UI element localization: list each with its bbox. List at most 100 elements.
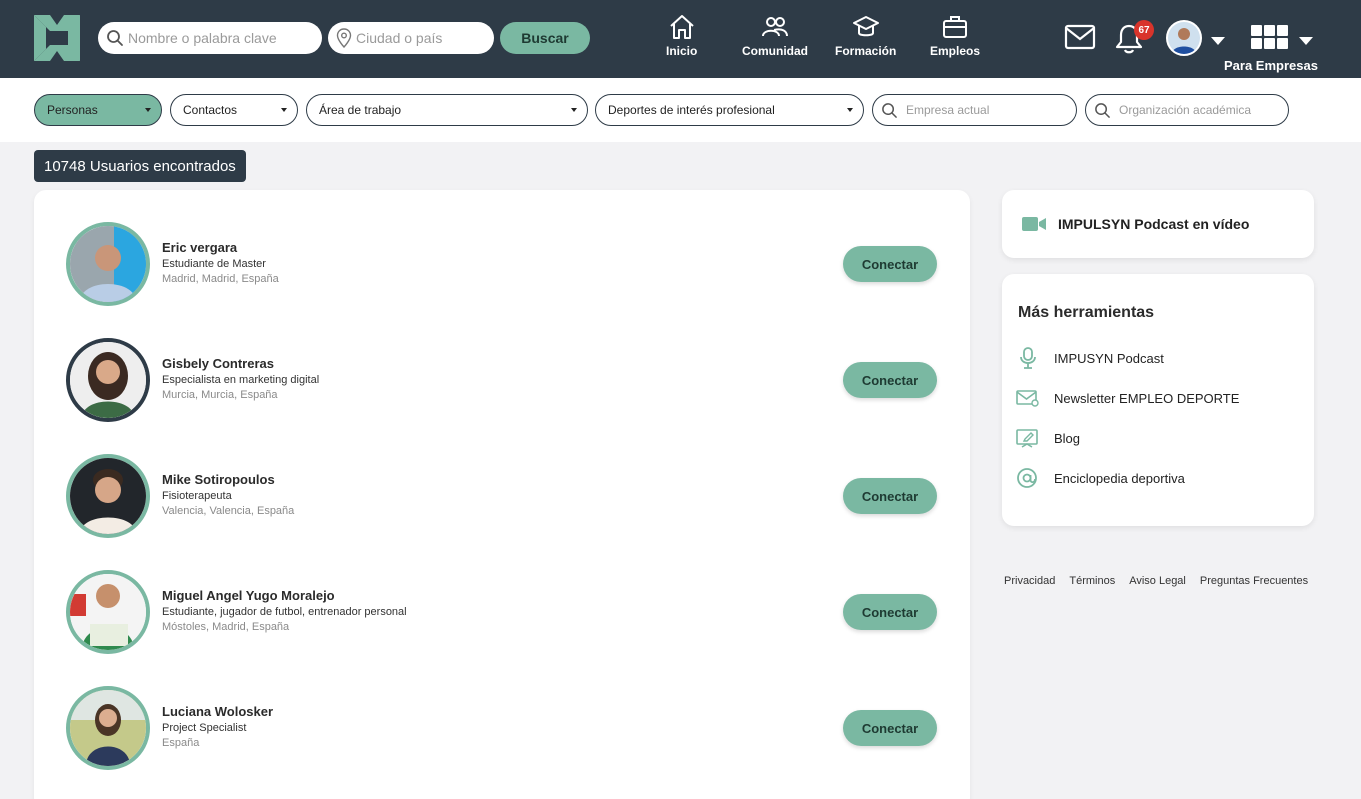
user-role: Especialista en marketing digital	[162, 374, 320, 386]
user-role: Project Specialist	[162, 722, 247, 734]
community-icon	[762, 17, 788, 37]
filter-contactos-dropdown[interactable]: Contactos	[170, 94, 298, 126]
briefcase-icon	[943, 16, 967, 38]
nav-empleos-label: Empleos	[930, 44, 981, 58]
filter-deportes-dropdown[interactable]: Deportes de interés profesional	[595, 94, 864, 126]
filter-area-dropdown[interactable]: Área de trabajo	[306, 94, 588, 126]
connect-button[interactable]: Conectar	[843, 362, 937, 398]
messages-icon[interactable]	[1064, 24, 1096, 50]
user-avatar-photo[interactable]	[66, 338, 150, 422]
apps-grid-icon[interactable]	[1250, 24, 1290, 50]
notification-count-badge: 67	[1134, 20, 1154, 40]
user-row: Eric vergara Estudiante de Master Madrid…	[34, 222, 970, 338]
connect-button[interactable]: Conectar	[843, 246, 937, 282]
caret-down-icon	[281, 108, 287, 112]
caret-down-icon	[145, 108, 151, 112]
apps-chevron-down-icon[interactable]	[1298, 36, 1314, 46]
filter-organizacion-input[interactable]: Organización académica	[1085, 94, 1289, 126]
nav-inicio-label: Inicio	[666, 44, 698, 58]
user-role: Estudiante de Master	[162, 258, 266, 270]
user-row: Mike Sotiropoulos Fisioterapeuta Valenci…	[34, 454, 970, 570]
city-search-input[interactable]: Ciudad o país	[328, 22, 494, 54]
mail-icon	[1016, 390, 1039, 407]
tool-podcast-link[interactable]: IMPUSYN Podcast	[1016, 347, 1164, 369]
user-name[interactable]: Luciana Wolosker	[162, 704, 273, 719]
name-search-input[interactable]: Nombre o palabra clave	[98, 22, 322, 54]
more-tools-card: Más herramientas IMPUSYN Podcast Newslet…	[1002, 274, 1314, 526]
city-search-placeholder: Ciudad o país	[356, 30, 443, 46]
filter-contactos-label: Contactos	[183, 103, 238, 117]
filter-organizacion-placeholder: Organización académica	[1119, 103, 1252, 117]
nav-formacion-label: Formación	[835, 44, 897, 58]
user-location: España	[162, 737, 200, 749]
filter-empresa-placeholder: Empresa actual	[906, 103, 990, 117]
search-icon	[882, 102, 897, 118]
nav-comunidad-label: Comunidad	[742, 44, 808, 58]
user-avatar-photo[interactable]	[66, 454, 150, 538]
user-role: Estudiante, jugador de futbol, entrenado…	[162, 606, 407, 618]
tool-enciclopedia-label: Enciclopedia deportiva	[1054, 470, 1185, 486]
user-row: Miguel Angel Yugo Moralejo Estudiante, j…	[34, 570, 970, 686]
user-location: Valencia, Valencia, España	[162, 505, 295, 517]
user-name[interactable]: Gisbely Contreras	[162, 356, 319, 371]
tool-blog-label: Blog	[1054, 430, 1081, 446]
results-count-label: 10748 Usuarios encontrados	[34, 150, 246, 182]
filter-area-label: Área de trabajo	[319, 103, 402, 117]
footer-terminos-link[interactable]: Términos	[1069, 575, 1115, 587]
user-location: Madrid, Madrid, España	[162, 273, 279, 285]
search-button[interactable]: Buscar	[500, 22, 590, 54]
home-icon	[669, 15, 694, 39]
top-navigation-bar: Nombre o palabra clave Ciudad o país Bus…	[0, 0, 1361, 78]
name-search-placeholder: Nombre o palabra clave	[128, 30, 277, 46]
user-row: Luciana Wolosker Project Specialist Espa…	[34, 686, 970, 799]
user-name[interactable]: Eric vergara	[162, 240, 279, 255]
graduation-cap-icon	[852, 16, 879, 37]
caret-down-icon	[571, 108, 577, 112]
user-location: Murcia, Murcia, España	[162, 389, 278, 401]
tool-newsletter-link[interactable]: Newsletter EMPLEO DEPORTE	[1016, 387, 1239, 409]
caret-down-icon	[847, 108, 853, 112]
microphone-icon	[1020, 347, 1036, 369]
footer-privacidad-link[interactable]: Privacidad	[1004, 575, 1055, 587]
filter-bar: Personas Contactos Área de trabajo Depor…	[0, 78, 1361, 142]
footer-aviso-legal-link[interactable]: Aviso Legal	[1129, 575, 1186, 587]
tool-newsletter-label: Newsletter EMPLEO DEPORTE	[1054, 390, 1240, 406]
location-pin-icon	[336, 28, 352, 48]
video-camera-icon	[1022, 217, 1046, 231]
tool-blog-link[interactable]: Blog	[1016, 427, 1080, 449]
user-avatar-photo[interactable]	[66, 570, 150, 654]
filter-personas-dropdown[interactable]: Personas	[34, 94, 162, 126]
user-avatar-photo[interactable]	[66, 222, 150, 306]
at-icon	[1017, 468, 1037, 488]
connect-button[interactable]: Conectar	[843, 710, 937, 746]
nav-formacion[interactable]: Formación	[835, 14, 896, 58]
profile-chevron-down-icon[interactable]	[1210, 36, 1226, 46]
footer-preguntas-link[interactable]: Preguntas Frecuentes	[1200, 575, 1308, 587]
para-empresas-link[interactable]: Para Empresas	[1224, 58, 1318, 73]
users-list: Eric vergara Estudiante de Master Madrid…	[34, 190, 970, 799]
tool-enciclopedia-link[interactable]: Enciclopedia deportiva	[1016, 467, 1185, 489]
user-name[interactable]: Mike Sotiropoulos	[162, 472, 294, 487]
search-icon	[1095, 102, 1110, 118]
nav-inicio[interactable]: Inicio	[666, 14, 697, 58]
user-role: Fisioterapeuta	[162, 490, 232, 502]
connect-button[interactable]: Conectar	[843, 478, 937, 514]
user-avatar[interactable]	[1166, 20, 1202, 56]
filter-empresa-input[interactable]: Empresa actual	[872, 94, 1077, 126]
podcast-video-title: IMPULSYN Podcast en vídeo	[1058, 216, 1250, 232]
logo[interactable]	[32, 13, 82, 63]
nav-comunidad[interactable]: Comunidad	[742, 14, 808, 58]
user-avatar-photo[interactable]	[66, 686, 150, 770]
user-location: Móstoles, Madrid, España	[162, 621, 290, 633]
filter-deportes-label: Deportes de interés profesional	[608, 103, 775, 117]
podcast-video-card[interactable]: IMPULSYN Podcast en vídeo	[1002, 190, 1314, 258]
nav-empleos[interactable]: Empleos	[930, 14, 980, 58]
user-row: Gisbely Contreras Especialista en market…	[34, 338, 970, 454]
blog-icon	[1016, 429, 1038, 448]
user-name[interactable]: Miguel Angel Yugo Moralejo	[162, 588, 407, 603]
connect-button[interactable]: Conectar	[843, 594, 937, 630]
tool-podcast-label: IMPUSYN Podcast	[1054, 350, 1164, 366]
tools-title: Más herramientas	[1018, 304, 1155, 321]
footer-links: Privacidad Términos Aviso Legal Pregunta…	[1004, 575, 1322, 587]
search-icon	[107, 30, 123, 46]
